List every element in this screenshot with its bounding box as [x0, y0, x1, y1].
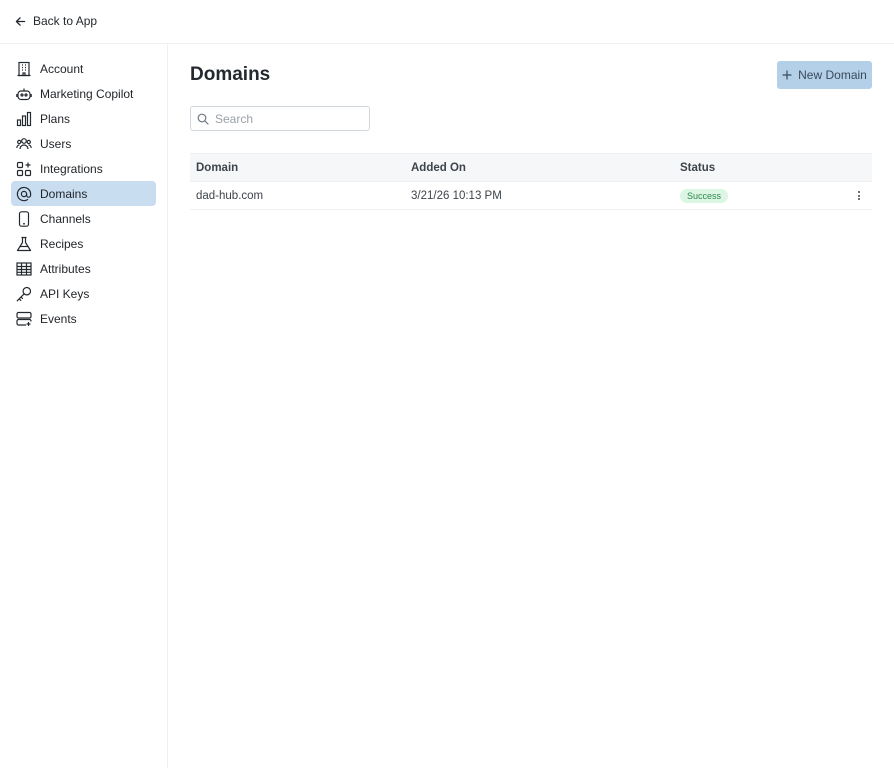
top-bar: Back to App: [0, 0, 894, 44]
table-icon: [16, 261, 32, 277]
plus-icon: [782, 70, 792, 80]
integrations-icon: [16, 161, 32, 177]
sidebar-item-events[interactable]: Events: [11, 306, 156, 331]
search-input[interactable]: [215, 111, 355, 126]
sidebar-item-label: Events: [40, 311, 77, 326]
sidebar-item-recipes[interactable]: Recipes: [11, 231, 156, 256]
sidebar-item-label: Users: [40, 136, 72, 151]
domain-cell: dad-hub.com: [196, 190, 264, 202]
sidebar-item-account[interactable]: Account: [11, 56, 156, 81]
server-events-icon: [16, 311, 32, 327]
added-on-cell: 3/21/26 10:13 PM: [411, 190, 502, 202]
robot-icon: [16, 86, 32, 102]
back-to-app-link[interactable]: Back to App: [14, 14, 97, 28]
building-icon: [16, 61, 32, 77]
search-box[interactable]: [190, 106, 370, 131]
sidebar-item-marketing-copilot[interactable]: Marketing Copilot: [11, 81, 156, 106]
sidebar-item-label: Attributes: [40, 261, 91, 276]
sidebar-item-users[interactable]: Users: [11, 131, 156, 156]
users-icon: [16, 136, 32, 152]
sidebar-item-domains[interactable]: Domains: [11, 181, 156, 206]
sidebar-item-label: Account: [40, 61, 84, 76]
at-sign-icon: [16, 186, 32, 202]
column-header-added-on[interactable]: Added On: [411, 162, 466, 174]
sidebar-item-api-keys[interactable]: API Keys: [11, 281, 156, 306]
sidebar-item-label: API Keys: [40, 286, 90, 301]
sidebar-item-channels[interactable]: Channels: [11, 206, 156, 231]
back-to-app-label: Back to App: [33, 14, 98, 28]
status-badge: Success: [680, 189, 729, 203]
domains-table: Domain Added On Status dad-hub.com 3/21/…: [190, 153, 872, 210]
sidebar-item-label: Plans: [40, 111, 71, 126]
key-icon: [16, 286, 32, 302]
bar-chart-icon: [16, 111, 32, 127]
search-icon: [197, 113, 209, 125]
new-domain-label: New Domain: [798, 68, 867, 82]
column-header-status[interactable]: Status: [680, 162, 715, 174]
sidebar-item-label: Integrations: [40, 161, 103, 176]
table-header: Domain Added On Status: [190, 153, 872, 182]
column-header-domain[interactable]: Domain: [196, 162, 238, 174]
sidebar-item-label: Channels: [40, 211, 91, 226]
sidebar: Account Marketing Copilot Plans Users In…: [0, 44, 168, 768]
sidebar-item-plans[interactable]: Plans: [11, 106, 156, 131]
sidebar-item-label: Domains: [40, 186, 88, 201]
new-domain-button[interactable]: New Domain: [777, 61, 872, 89]
page-title: Domains: [190, 64, 271, 85]
row-actions-more-icon[interactable]: [856, 190, 862, 202]
sidebar-item-label: Recipes: [40, 236, 84, 251]
sidebar-item-integrations[interactable]: Integrations: [11, 156, 156, 181]
mobile-icon: [16, 210, 32, 227]
arrow-left-icon: [15, 16, 26, 26]
sidebar-item-label: Marketing Copilot: [40, 86, 134, 101]
sidebar-item-attributes[interactable]: Attributes: [11, 256, 156, 281]
table-row[interactable]: dad-hub.com 3/21/26 10:13 PM Success: [190, 182, 872, 210]
flask-icon: [16, 236, 32, 252]
